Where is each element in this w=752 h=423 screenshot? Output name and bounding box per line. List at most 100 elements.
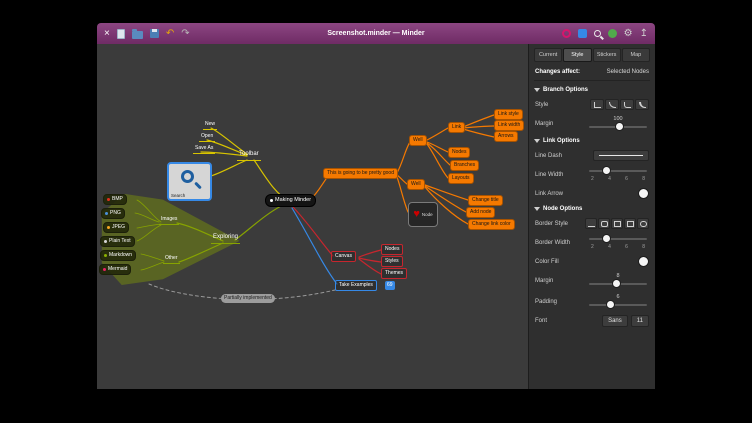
- format-icon: [107, 226, 110, 229]
- node-themes[interactable]: Themes: [381, 268, 407, 279]
- node-branches[interactable]: Branches: [450, 160, 479, 171]
- changes-affect-dropdown[interactable]: Selected Nodes: [607, 69, 649, 75]
- line-dash-dropdown[interactable]: [593, 150, 649, 161]
- node-label: Markdown: [109, 252, 132, 259]
- magnifier-icon: [181, 170, 194, 183]
- font-family-button[interactable]: Sans: [602, 315, 628, 327]
- line-width-label: Line Width: [535, 172, 563, 178]
- branch-style-straight-button[interactable]: [590, 99, 604, 110]
- border-square-button[interactable]: [611, 218, 623, 229]
- link-arrow-label: Link Arrow: [535, 191, 563, 197]
- redo-icon[interactable]: ↷: [181, 29, 189, 39]
- node-label: Mermaid: [108, 266, 127, 273]
- font-size-spinner[interactable]: 11: [631, 315, 649, 327]
- node-change-link-color[interactable]: Change link color: [468, 219, 515, 230]
- underline-border-icon: [588, 221, 595, 227]
- node-markdown[interactable]: Markdown: [100, 250, 136, 261]
- node-other[interactable]: Other: [163, 255, 180, 264]
- tab-current[interactable]: Current: [534, 48, 562, 62]
- branch-style-squared-button[interactable]: [635, 99, 649, 110]
- sidebar-tabs: Current Style Stickers Map: [534, 48, 650, 62]
- map-overview-icon[interactable]: [608, 29, 617, 38]
- node-nodes-orange[interactable]: Nodes: [448, 147, 470, 158]
- open-folder-icon[interactable]: [132, 31, 143, 39]
- straight-branch-icon: [594, 102, 601, 108]
- node-save-as[interactable]: Save As: [193, 145, 215, 154]
- node-link-style[interactable]: Link style: [494, 109, 523, 120]
- node-well-1[interactable]: Well: [409, 135, 427, 146]
- collapse-triangle-icon: [534, 207, 540, 211]
- node-arrows[interactable]: Arrows: [494, 131, 518, 142]
- node-search-image[interactable]: Search: [167, 162, 212, 201]
- node-new[interactable]: New: [203, 121, 217, 130]
- node-plain-text[interactable]: Plain Text: [100, 236, 135, 247]
- branch-margin-slider[interactable]: [589, 123, 647, 131]
- new-document-icon[interactable]: [117, 29, 125, 39]
- node-canvas[interactable]: Canvas: [331, 251, 356, 262]
- branch-options-header[interactable]: Branch Options: [534, 83, 650, 96]
- link-arrow-toggle[interactable]: [638, 188, 649, 199]
- node-take-examples[interactable]: Take Examples: [335, 280, 377, 291]
- link-options-header[interactable]: Link Options: [534, 134, 650, 147]
- node-nodes-red[interactable]: Nodes: [381, 244, 403, 255]
- square-border-icon: [614, 221, 621, 227]
- node-padding-label: Padding: [535, 299, 557, 305]
- node-link-width[interactable]: Link width: [494, 120, 524, 131]
- node-change-title[interactable]: Change title: [468, 195, 503, 206]
- node-exploring[interactable]: Exploring: [211, 234, 240, 244]
- node-center[interactable]: Making Minder: [265, 194, 316, 207]
- settings-gear-icon[interactable]: ⚙: [624, 29, 633, 39]
- node-images[interactable]: Images: [159, 216, 179, 225]
- solid-line-icon: [599, 155, 643, 157]
- overview-icon[interactable]: [578, 29, 587, 38]
- slider-thumb[interactable]: [602, 234, 611, 243]
- slider-thumb[interactable]: [606, 300, 615, 309]
- node-png[interactable]: PNG: [101, 208, 125, 219]
- node-well-2[interactable]: Well: [407, 179, 425, 190]
- node-add-node[interactable]: Add node: [466, 207, 495, 218]
- node-padding-slider[interactable]: [589, 301, 647, 309]
- style-sidebar: Current Style Stickers Map Changes affec…: [528, 44, 655, 389]
- node-mermaid[interactable]: Mermaid: [99, 264, 131, 275]
- node-label: Search: [171, 193, 185, 198]
- node-link[interactable]: Link: [448, 122, 465, 133]
- node-main-orange[interactable]: This is going to be pretty good: [323, 168, 398, 179]
- branch-style-curve-button[interactable]: [605, 99, 619, 110]
- branch-style-rounded-button[interactable]: [620, 99, 634, 110]
- node-open[interactable]: Open: [199, 133, 215, 142]
- tab-map[interactable]: Map: [622, 48, 650, 62]
- border-thick-button[interactable]: [624, 218, 636, 229]
- tick-label: 2: [591, 244, 594, 250]
- node-margin-slider[interactable]: [589, 280, 647, 288]
- slider-track: [589, 170, 647, 172]
- tab-style[interactable]: Style: [563, 48, 591, 62]
- node-partially-implemented[interactable]: Partially implemented: [221, 294, 275, 303]
- node-heart[interactable]: ♥ Node: [408, 202, 438, 227]
- search-icon[interactable]: [594, 30, 601, 37]
- mindmap-canvas[interactable]: Search Toolbar New Open Save As Making M…: [97, 44, 528, 389]
- slider-thumb[interactable]: [612, 279, 621, 288]
- line-width-slider[interactable]: [589, 167, 647, 175]
- save-icon[interactable]: [150, 29, 159, 38]
- focus-mode-icon[interactable]: [562, 29, 571, 38]
- border-width-slider[interactable]: [589, 235, 647, 243]
- undo-icon[interactable]: ↶: [166, 29, 174, 39]
- border-pill-button[interactable]: [637, 218, 649, 229]
- color-fill-toggle[interactable]: [638, 256, 649, 267]
- tab-stickers[interactable]: Stickers: [593, 48, 621, 62]
- node-toolbar[interactable]: Toolbar: [237, 151, 261, 161]
- border-rounded-button[interactable]: [598, 218, 610, 229]
- node-jpeg[interactable]: JPEG: [103, 222, 129, 233]
- close-button[interactable]: ×: [104, 29, 110, 39]
- node-styles[interactable]: Styles: [381, 256, 403, 267]
- slider-thumb[interactable]: [615, 122, 624, 131]
- node-bmp[interactable]: BMP: [103, 194, 127, 205]
- divider: [534, 80, 650, 81]
- border-underline-button[interactable]: [585, 218, 597, 229]
- slider-track: [589, 304, 647, 306]
- export-icon[interactable]: ↥: [640, 29, 648, 39]
- format-icon: [105, 212, 108, 215]
- node-options-header[interactable]: Node Options: [534, 202, 650, 215]
- node-layouts[interactable]: Layouts: [448, 173, 474, 184]
- slider-thumb[interactable]: [602, 166, 611, 175]
